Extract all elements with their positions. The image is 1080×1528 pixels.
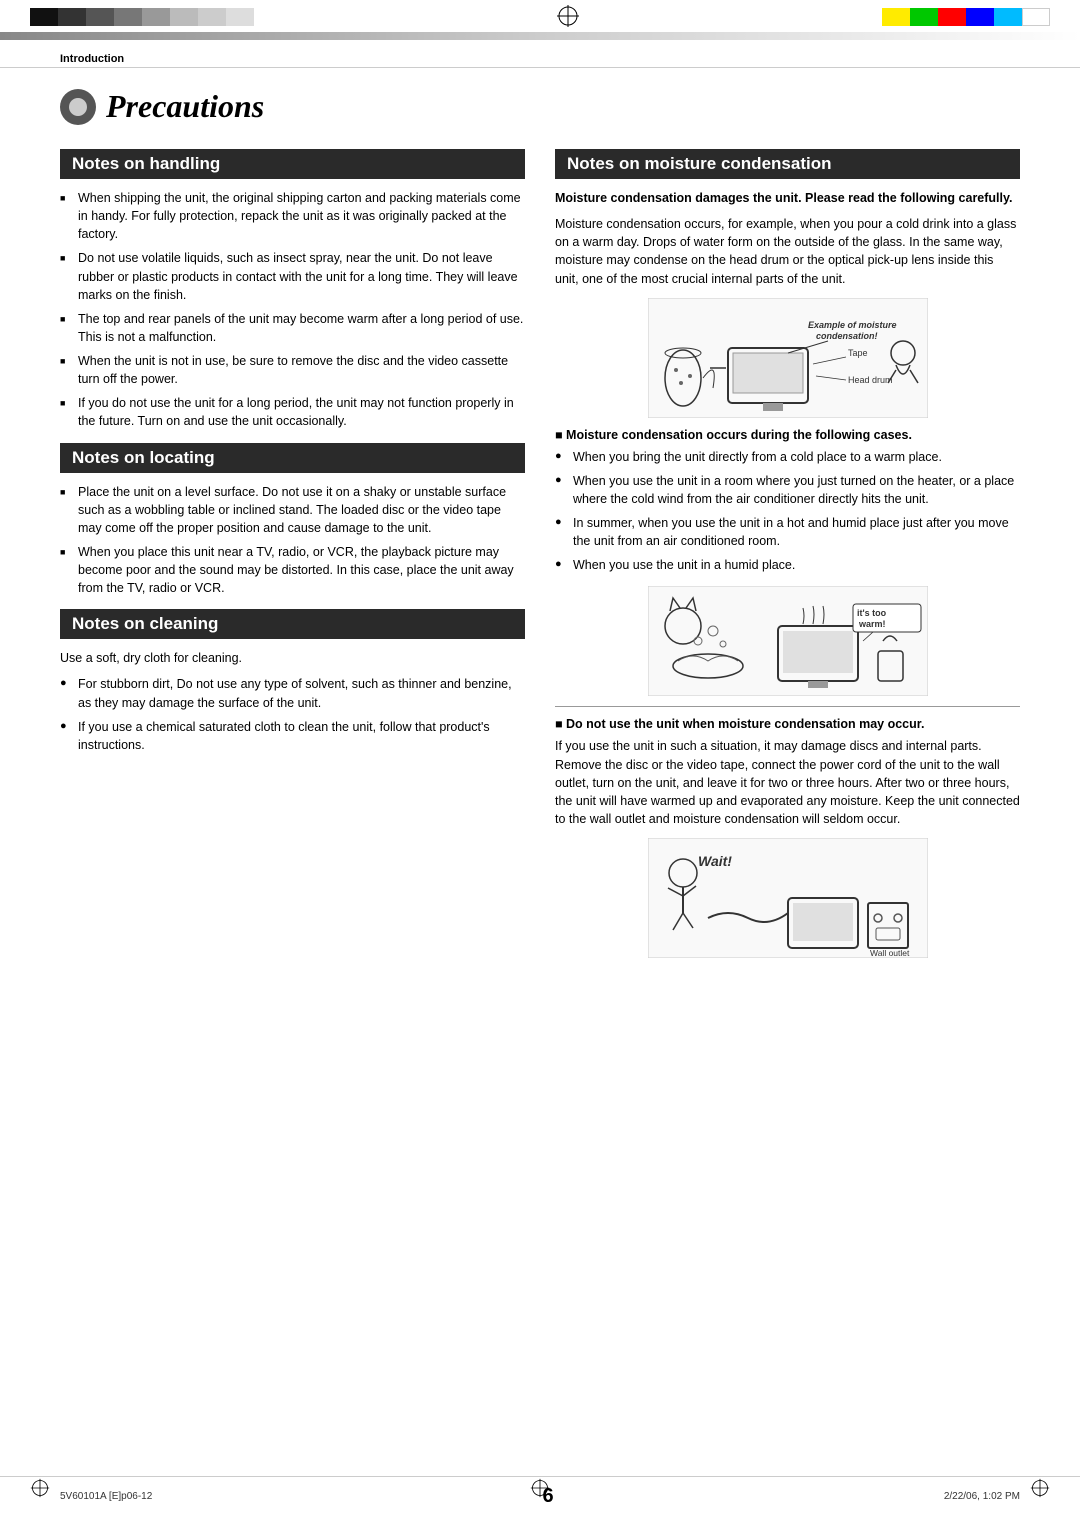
moisture-illustration-1: Example of moisture condensation! Tape H… — [555, 298, 1020, 418]
list-item: The top and rear panels of the unit may … — [60, 310, 525, 346]
page-header: Introduction — [0, 44, 1080, 68]
gradient-bar — [0, 32, 1080, 40]
list-item: When you use the unit in a humid place. — [555, 556, 1020, 574]
title-text: Precautions — [106, 88, 264, 125]
locating-header: Notes on locating — [60, 443, 525, 473]
moisture-illustration-2: it's too warm! — [555, 586, 1020, 696]
bottom-right-reg-mark — [1030, 1478, 1050, 1498]
gray-block — [86, 8, 114, 26]
list-item: When you bring the unit directly from a … — [555, 448, 1020, 466]
gray-block — [30, 8, 58, 26]
color-block-cyan — [994, 8, 1022, 26]
list-item: In summer, when you use the unit in a ho… — [555, 514, 1020, 550]
handling-header: Notes on handling — [60, 149, 525, 179]
color-bar — [882, 8, 1050, 24]
svg-text:condensation!: condensation! — [816, 331, 878, 341]
color-block-blue — [966, 8, 994, 26]
moisture-svg-3: Wait! Wall outlet — [648, 838, 928, 958]
page-title: Precautions — [60, 88, 1020, 125]
moisture-svg-1: Example of moisture condensation! Tape H… — [648, 298, 928, 418]
moisture-header: Notes on moisture condensation — [555, 149, 1020, 179]
title-icon — [60, 89, 96, 125]
list-item: If you use a chemical saturated cloth to… — [60, 718, 525, 754]
color-block-yellow — [882, 8, 910, 26]
gray-block — [198, 8, 226, 26]
bottom-center-reg-mark — [530, 1478, 550, 1498]
handling-list: When shipping the unit, the original shi… — [60, 189, 525, 431]
svg-text:Wait!: Wait! — [698, 853, 732, 869]
gray-block — [226, 8, 254, 26]
gray-block — [142, 8, 170, 26]
moisture-warning: Moisture condensation damages the unit. … — [555, 189, 1020, 207]
moisture-svg-2: it's too warm! — [648, 586, 928, 696]
svg-text:it's too: it's too — [857, 608, 887, 618]
list-item: When you use the unit in a room where yo… — [555, 472, 1020, 508]
page-footer: 5V60101A [E]p06-12 6 2/22/06, 1:02 PM — [0, 1476, 1080, 1508]
do-not-text: If you use the unit in such a situation,… — [555, 737, 1020, 828]
cleaning-list: For stubborn dirt, Do not use any type o… — [60, 675, 525, 754]
list-item: Do not use volatile liquids, such as ins… — [60, 249, 525, 303]
moisture-sub-heading-1: Moisture condensation occurs during the … — [555, 428, 1020, 442]
svg-text:warm!: warm! — [858, 619, 886, 629]
moisture-cases-list: When you bring the unit directly from a … — [555, 448, 1020, 575]
cleaning-intro: Use a soft, dry cloth for cleaning. — [60, 649, 525, 667]
svg-text:Head drum: Head drum — [848, 375, 893, 385]
list-item: When you place this unit near a TV, radi… — [60, 543, 525, 597]
center-registration-mark — [556, 4, 580, 28]
list-item: Place the unit on a level surface. Do no… — [60, 483, 525, 537]
list-item: When shipping the unit, the original shi… — [60, 189, 525, 243]
illus-label: Example of moisture — [808, 320, 897, 330]
grayscale-bar — [30, 8, 254, 24]
moisture-intro: Moisture condensation occurs, for exampl… — [555, 215, 1020, 288]
gray-block — [114, 8, 142, 26]
right-column: Notes on moisture condensation Moisture … — [555, 149, 1020, 968]
divider — [555, 706, 1020, 707]
list-item: When the unit is not in use, be sure to … — [60, 352, 525, 388]
content-columns: Notes on handling When shipping the unit… — [60, 149, 1020, 968]
footer-left: 5V60101A [E]p06-12 — [60, 1491, 152, 1502]
section-label: Introduction — [60, 53, 124, 65]
moisture-illustration-3: Wait! Wall outlet — [555, 838, 1020, 958]
left-column: Notes on handling When shipping the unit… — [60, 149, 525, 968]
list-item: If you do not use the unit for a long pe… — [60, 394, 525, 430]
color-block-green — [910, 8, 938, 26]
svg-text:Tape: Tape — [848, 348, 868, 358]
list-item: For stubborn dirt, Do not use any type o… — [60, 675, 525, 711]
gray-block — [58, 8, 86, 26]
gray-block — [170, 8, 198, 26]
color-block-red — [938, 8, 966, 26]
cleaning-header: Notes on cleaning — [60, 609, 525, 639]
bottom-left-reg-mark — [30, 1478, 50, 1498]
footer-right: 2/22/06, 1:02 PM — [944, 1491, 1020, 1502]
main-content: Precautions Notes on handling When shipp… — [0, 68, 1080, 988]
color-block-white — [1022, 8, 1050, 26]
locating-list: Place the unit on a level surface. Do no… — [60, 483, 525, 598]
svg-text:Wall outlet: Wall outlet — [870, 948, 910, 958]
moisture-sub-heading-2: Do not use the unit when moisture conden… — [555, 717, 1020, 731]
